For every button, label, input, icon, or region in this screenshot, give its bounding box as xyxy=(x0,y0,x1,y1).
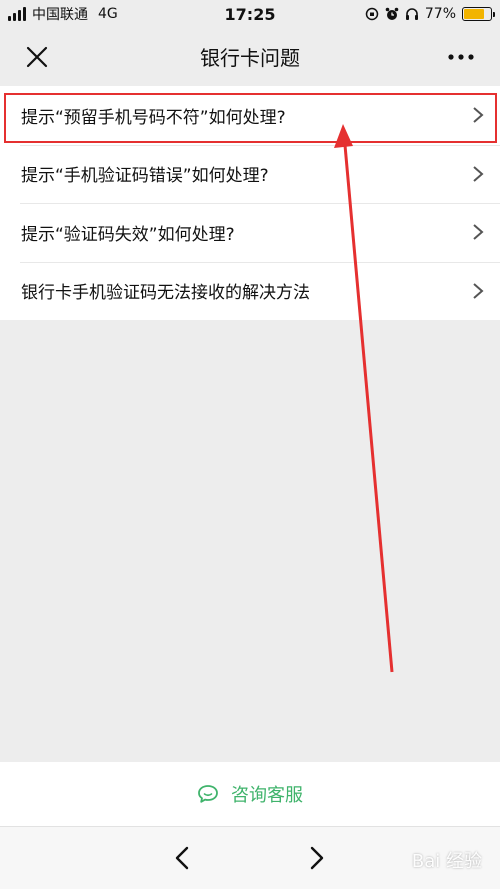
chat-bubble-icon xyxy=(198,785,218,803)
more-dots-icon[interactable] xyxy=(444,42,478,72)
chevron-right-icon xyxy=(473,224,484,241)
rotation-lock-icon xyxy=(365,7,379,21)
status-icons: 77% xyxy=(365,0,495,28)
nav-bar: 银行卡问题 xyxy=(0,28,500,84)
list-item[interactable]: 银行卡手机验证码无法接收的解决方法 xyxy=(0,261,500,321)
signal-icon xyxy=(8,7,26,21)
browser-toolbar: Bai 经验 xyxy=(0,826,500,889)
chevron-right-icon xyxy=(473,107,484,124)
headphones-icon xyxy=(405,8,418,20)
list-item-label: 提示“手机验证码错误”如何处理? xyxy=(21,166,269,187)
carrier-name: 中国联通 xyxy=(32,7,88,23)
list-item-label: 提示“预留手机号码不符”如何处理? xyxy=(21,107,286,128)
consult-label: 咨询客服 xyxy=(231,785,303,806)
list-item-label: 提示“验证码失效”如何处理? xyxy=(21,224,235,245)
watermark: Bai 经验 xyxy=(411,851,482,872)
list-item-label: 银行卡手机验证码无法接收的解决方法 xyxy=(21,283,310,304)
chevron-right-icon xyxy=(473,282,484,299)
battery-fill xyxy=(464,9,485,19)
battery-icon xyxy=(462,7,495,21)
list-item[interactable]: 提示“预留手机号码不符”如何处理? xyxy=(0,86,500,145)
screen: 中国联通 4G 17:25 77% 银行卡问题 提示“预留手机号码不符”如何处理… xyxy=(0,0,500,889)
network-type: 4G xyxy=(98,6,118,22)
battery-percentage: 77% xyxy=(424,6,456,22)
page-title: 银行卡问题 xyxy=(200,45,300,70)
chevron-left-icon[interactable] xyxy=(172,845,192,871)
alarm-icon xyxy=(385,7,399,20)
consult-button[interactable]: 咨询客服 xyxy=(0,762,500,826)
list-item[interactable]: 提示“手机验证码错误”如何处理? xyxy=(0,144,500,204)
status-bar: 中国联通 4G 17:25 77% xyxy=(0,0,500,28)
question-list: 提示“预留手机号码不符”如何处理? 提示“手机验证码错误”如何处理? 提示“验证… xyxy=(0,86,500,320)
chevron-right-icon[interactable] xyxy=(307,845,327,871)
list-item[interactable]: 提示“验证码失效”如何处理? xyxy=(0,203,500,262)
chevron-right-icon xyxy=(473,165,484,182)
close-icon[interactable] xyxy=(22,42,52,72)
